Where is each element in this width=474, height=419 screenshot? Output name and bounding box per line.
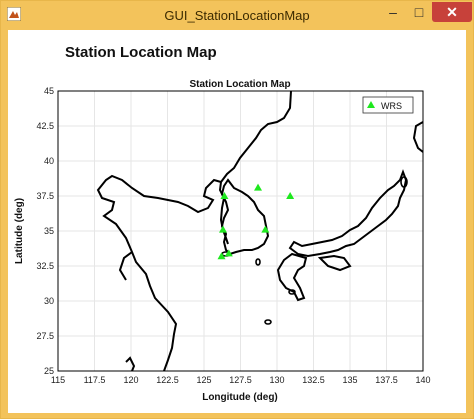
- x-tick-label: 132.5: [302, 375, 325, 385]
- island-small-1: [264, 319, 272, 325]
- y-tick-label: 35: [44, 226, 54, 236]
- station-marker: [254, 183, 263, 191]
- station-marker: [261, 225, 270, 233]
- legend-label: WRS: [381, 101, 402, 111]
- x-tick-label: 137.5: [375, 375, 398, 385]
- x-tick-label: 130: [269, 375, 284, 385]
- chart-title: Station Location Map: [189, 79, 290, 90]
- y-axis-label: Latitude (deg): [14, 198, 25, 264]
- island-taiwan: [125, 356, 136, 371]
- y-tick-label: 45: [44, 86, 54, 96]
- x-tick-label: 122.5: [156, 375, 179, 385]
- figure-area: Station Location Map 115 117.5 120 122.5…: [8, 30, 466, 413]
- y-tick-label: 42.5: [36, 121, 54, 131]
- y-tick-label: 32.5: [36, 261, 54, 271]
- island-tsushima: [255, 258, 261, 266]
- x-tick-label: 140: [415, 375, 430, 385]
- x-tick-label: 117.5: [84, 375, 106, 385]
- grid-lines: [57, 90, 424, 372]
- y-tick-label: 25: [44, 366, 54, 376]
- x-axis-label: Longitude (deg): [202, 392, 278, 403]
- x-tick-label: 135: [342, 375, 357, 385]
- y-tick-label: 40: [44, 156, 54, 166]
- y-tick-label: 27.5: [36, 331, 54, 341]
- title-bar[interactable]: GUI_StationLocationMap – □ ✕: [1, 1, 473, 30]
- map-chart[interactable]: 115 117.5 120 122.5 125 127.5 130 132.5 135 137.5…: [8, 30, 466, 413]
- maximize-button[interactable]: □: [406, 2, 432, 22]
- y-tick-label: 30: [44, 296, 54, 306]
- y-tick-label: 37.5: [36, 191, 54, 201]
- x-tick-label: 115: [51, 375, 65, 385]
- x-tick-label: 127.5: [229, 375, 252, 385]
- legend[interactable]: WRS: [362, 96, 414, 114]
- coastline-korea: [220, 178, 270, 256]
- close-button[interactable]: ✕: [432, 2, 472, 22]
- x-tick-label: 120: [123, 375, 138, 385]
- station-marker: [218, 225, 227, 233]
- x-tick-label: 125: [196, 375, 211, 385]
- axis-ticks: 115 117.5 120 122.5 125 127.5 130 132.5 135 137.5…: [36, 86, 430, 385]
- minimize-button[interactable]: –: [380, 2, 406, 22]
- app-window: GUI_StationLocationMap – □ ✕ Station Loc…: [0, 0, 474, 419]
